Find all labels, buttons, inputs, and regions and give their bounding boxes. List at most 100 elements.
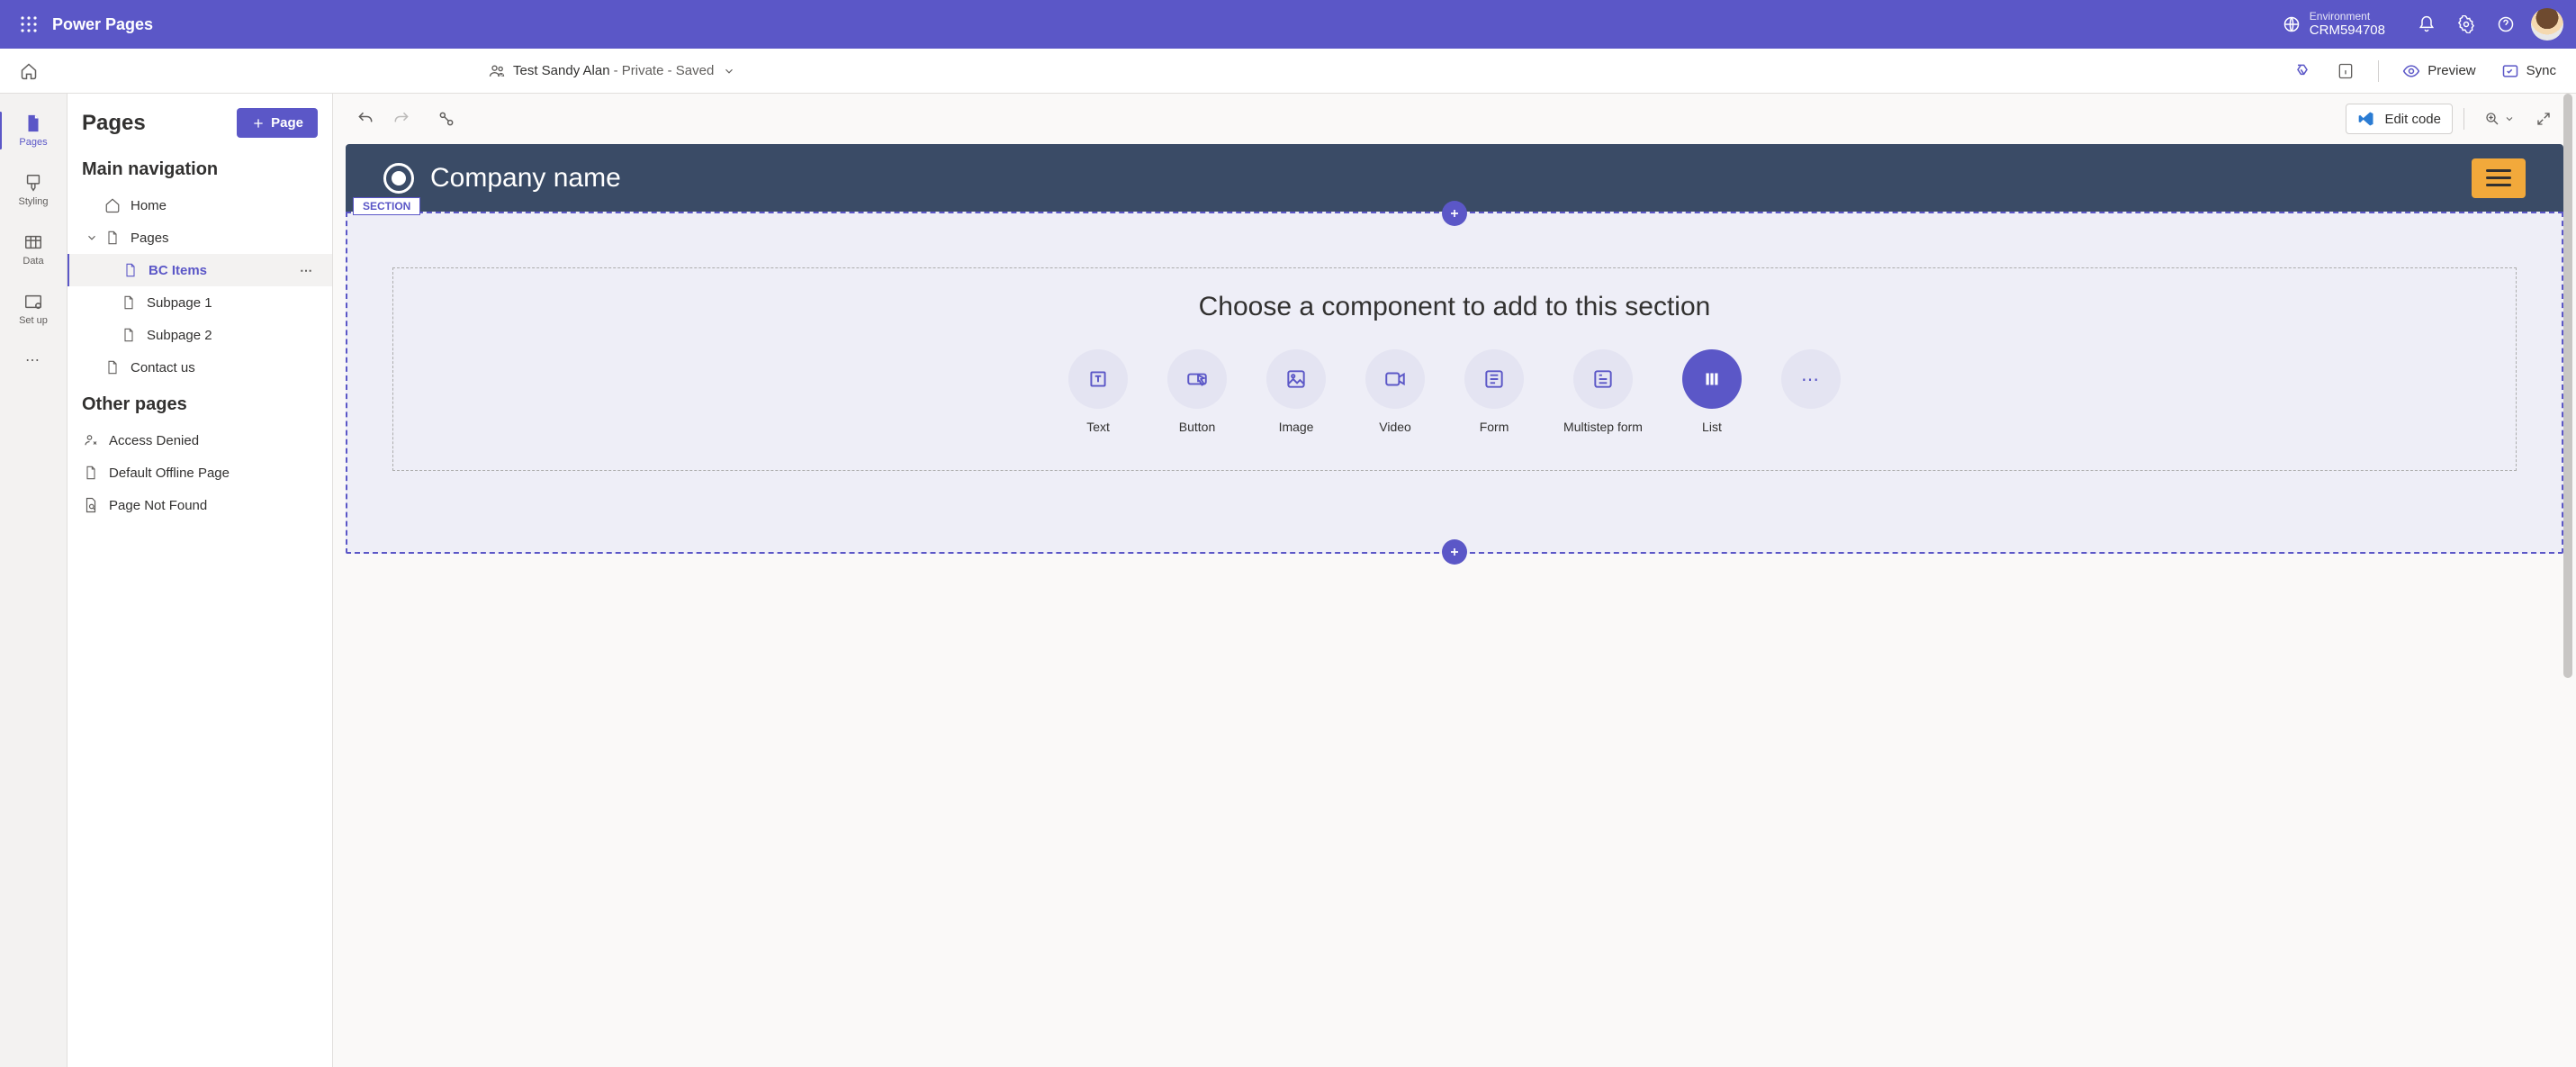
component-text[interactable]: Text [1068,349,1128,434]
undo-button[interactable] [349,103,382,135]
user-avatar[interactable] [2531,8,2563,41]
site-status: - Private - Saved [614,63,715,78]
preview-button[interactable]: Preview [2393,62,2484,80]
drop-title: Choose a component to add to this sectio… [1199,292,1711,322]
redo-button[interactable] [385,103,418,135]
document-icon [123,262,138,278]
site-name: Test Sandy Alan [513,63,610,78]
image-icon [1284,367,1308,391]
page-icon [23,113,43,133]
sync-button[interactable]: Sync [2492,62,2565,80]
nav-item-pages[interactable]: Pages [68,222,332,254]
ellipsis-icon: ⋯ [1801,368,1821,391]
component-button[interactable]: Button [1167,349,1227,434]
canvas-stage: Company name SECTION Choose a component … [346,144,2563,554]
home-button[interactable] [11,53,47,89]
other-pages-title: Other pages [68,384,332,424]
button-icon [1185,367,1209,391]
more-options-icon[interactable]: ⋯ [296,263,318,278]
add-section-top-button[interactable] [1442,201,1467,226]
environment-selector[interactable]: Environment CRM594708 [2283,10,2385,39]
component-image[interactable]: Image [1266,349,1326,434]
canvas-area: Edit code Company name [333,94,2576,1067]
globe-icon [2283,15,2301,33]
app-title: Power Pages [52,15,153,34]
document-icon [105,230,120,246]
link-button[interactable] [430,103,463,135]
rail-more-icon[interactable]: ⋯ [17,344,50,376]
eye-icon [2402,62,2420,80]
canvas-scrollbar[interactable] [2563,94,2572,1067]
plus-icon [1447,545,1462,559]
form-icon [1482,367,1506,391]
sync-icon [2501,62,2519,80]
nav-item-bc-items[interactable]: BC Items ⋯ [68,254,332,286]
zoom-control[interactable] [2475,111,2524,127]
component-multistep-form[interactable]: Multistep form [1563,349,1643,434]
canvas-toolbar: Edit code [333,94,2576,144]
info-icon[interactable] [2328,53,2364,89]
nav-item-offline-page[interactable]: Default Offline Page [68,457,332,489]
nav-item-home[interactable]: Home [68,189,332,222]
site-company-name: Company name [430,163,621,194]
site-breadcrumb[interactable]: Test Sandy Alan - Private - Saved [488,62,735,80]
component-list[interactable]: List [1682,349,1742,434]
chevron-down-icon [86,231,98,244]
document-search-icon [83,497,99,513]
component-form[interactable]: Form [1464,349,1524,434]
notifications-icon[interactable] [2407,5,2446,44]
document-icon [122,294,136,311]
component-video[interactable]: Video [1365,349,1425,434]
multistep-icon [1591,367,1615,391]
waffle-icon[interactable] [13,8,45,41]
people-icon [488,62,506,80]
add-page-button[interactable]: Page [237,108,318,138]
hamburger-menu-icon[interactable] [2472,158,2526,198]
vscode-icon [2357,110,2375,128]
settings-icon[interactable] [2446,5,2486,44]
nav-item-subpage1[interactable]: Subpage 1 [68,286,332,319]
document-icon [84,465,98,481]
site-logo-icon [383,163,414,194]
setup-icon [23,292,43,312]
section-label: SECTION [353,197,420,215]
video-icon [1383,367,1407,391]
help-icon[interactable] [2486,5,2526,44]
list-icon [1700,367,1724,391]
table-icon [23,232,43,252]
section-body[interactable]: Choose a component to add to this sectio… [346,212,2563,554]
chevron-down-icon [723,65,735,77]
rail-item-data[interactable]: Data [6,225,60,274]
expand-button[interactable] [2527,103,2560,135]
environment-name: CRM594708 [2310,23,2385,39]
sync-label: Sync [2526,63,2556,78]
component-more[interactable]: ⋯ [1781,349,1841,434]
main-navigation-title: Main navigation [68,149,332,189]
app-header: Power Pages Environment CRM594708 [0,0,2576,49]
text-icon [1086,367,1110,391]
panel-title: Pages [82,111,146,136]
nav-item-not-found[interactable]: Page Not Found [68,489,332,521]
document-icon [105,359,120,375]
rail-item-styling[interactable]: Styling [6,166,60,214]
nav-item-subpage2[interactable]: Subpage 2 [68,319,332,351]
plus-icon [1447,206,1462,221]
edit-code-button[interactable]: Edit code [2346,104,2453,134]
nav-item-contact[interactable]: Contact us [68,351,332,384]
context-bar: Test Sandy Alan - Private - Saved Previe… [0,49,2576,94]
chevron-down-icon [2504,113,2515,124]
add-section-bottom-button[interactable] [1442,539,1467,565]
copilot-icon[interactable] [2284,53,2320,89]
nav-item-access-denied[interactable]: Access Denied [68,424,332,457]
preview-label: Preview [2427,63,2475,78]
scrollbar-thumb[interactable] [2563,94,2572,678]
home-icon [104,197,121,213]
plus-icon [251,116,266,131]
left-rail: Pages Styling Data Set up ⋯ [0,94,68,1067]
component-drop-zone: Choose a component to add to this sectio… [392,267,2517,471]
document-icon [122,327,136,343]
rail-item-pages[interactable]: Pages [6,106,60,155]
brush-icon [23,173,43,193]
environment-label: Environment [2310,10,2385,23]
rail-item-setup[interactable]: Set up [6,285,60,333]
